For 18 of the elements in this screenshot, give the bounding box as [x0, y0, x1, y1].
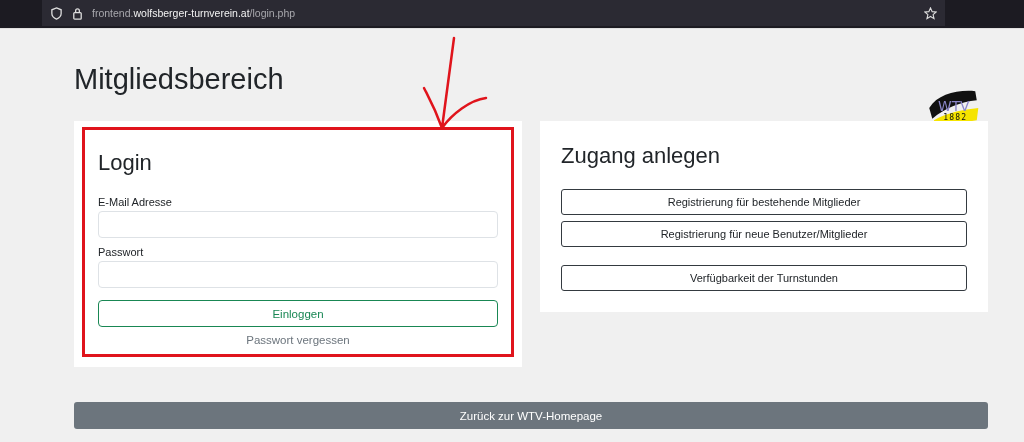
url-text: frontend.wolfsberger-turnverein.at/login.php [92, 7, 296, 19]
shield-icon [50, 6, 63, 20]
field-label: E-Mail Adresse [98, 196, 173, 208]
input-field[interactable] [98, 261, 498, 288]
register-button[interactable]: Registrierung für bestehende Mitglieder [561, 189, 967, 215]
input-field[interactable] [98, 211, 498, 238]
lock-icon [71, 6, 84, 20]
card-title: Zugang anlegen [561, 143, 722, 169]
star-icon[interactable] [924, 6, 937, 20]
forgot-password-link[interactable]: Passwort vergessen [246, 334, 350, 346]
login-button[interactable]: Einloggen [98, 300, 498, 327]
card-title: Login [98, 150, 153, 176]
field-label: Passwort [98, 246, 145, 258]
page-title: Mitgliedsbereich [74, 63, 284, 96]
back-button[interactable]: Zurück zur WTV-Homepage [74, 402, 988, 429]
register-button[interactable]: Verfügbarkeit der Turnstunden [561, 265, 967, 291]
address-bar[interactable]: frontend.wolfsberger-turnverein.at/login.php [42, 0, 945, 26]
register-button[interactable]: Registrierung für neue Benutzer/Mitglieder [561, 221, 967, 247]
